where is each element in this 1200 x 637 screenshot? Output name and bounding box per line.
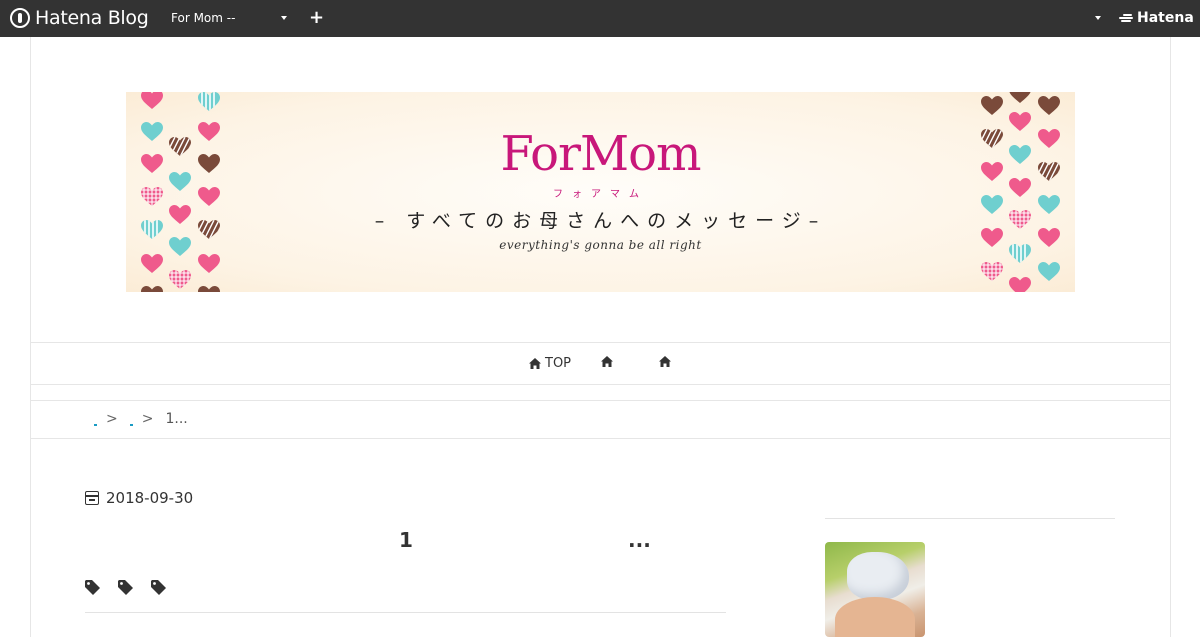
entry-date-text: 2018-09-30 xyxy=(106,489,194,507)
banner-title: ForMom xyxy=(500,126,701,182)
entry-date[interactable]: 2018-09-30 xyxy=(85,489,193,507)
breadcrumb-bar: > > 1... xyxy=(30,400,1171,439)
blog-select-dropdown[interactable]: For Mom -- xyxy=(166,6,292,30)
entry-title[interactable]: 1 ... xyxy=(85,528,725,558)
heart-icon xyxy=(198,254,220,274)
breadcrumb-separator: > xyxy=(141,411,154,427)
entry-title-part2: ... xyxy=(628,528,651,552)
blog-select-value: For Mom -- xyxy=(171,11,236,25)
breadcrumb-link-home[interactable] xyxy=(94,412,98,426)
banner-kana: フォアマム xyxy=(553,189,648,200)
hatena-blog-logo-text: Hatena Blog xyxy=(35,7,149,29)
banner-tagline: everything's gonna be all right xyxy=(499,238,702,252)
breadcrumb-link-category[interactable] xyxy=(129,412,134,426)
heart-icon xyxy=(198,286,220,292)
heart-icon xyxy=(981,262,1003,282)
user-menu-caret-icon[interactable] xyxy=(1095,16,1101,20)
hatena-blog-logo-icon xyxy=(10,8,30,28)
nav-item-top[interactable]: TOP xyxy=(529,356,571,371)
nav-item-3[interactable] xyxy=(659,356,675,367)
thumbnail-diaper xyxy=(847,552,909,600)
home-icon xyxy=(601,356,613,367)
sidebar-thumbnail-baby[interactable] xyxy=(825,542,925,637)
blog-header-banner[interactable]: ForMom フォアマム – すべてのお母さんへのメッセージ– everythi… xyxy=(126,92,1075,292)
hatena-blog-logo[interactable]: Hatena Blog xyxy=(10,7,149,29)
nav-item-label: TOP xyxy=(545,356,572,371)
breadcrumb-current: 1... xyxy=(165,411,188,427)
heart-icon xyxy=(1038,96,1060,116)
heart-icon xyxy=(141,254,163,274)
breadcrumb-separator: > xyxy=(106,411,118,427)
entry-divider xyxy=(85,612,726,613)
sidebar-divider xyxy=(825,518,1115,519)
tag-icon[interactable] xyxy=(118,580,133,595)
heart-icon xyxy=(141,92,163,110)
new-post-button[interactable]: + xyxy=(309,8,324,28)
hatena-brand-text: Hatena xyxy=(1137,10,1194,26)
heart-icon xyxy=(1038,262,1060,282)
global-nav: TOP xyxy=(30,342,1171,385)
hatena-brand-link[interactable]: Hatena xyxy=(1118,10,1194,26)
heart-icon xyxy=(141,286,163,292)
entry-tags xyxy=(85,580,184,595)
heart-icon xyxy=(169,270,191,290)
home-icon xyxy=(529,358,541,369)
heart-icon xyxy=(1009,92,1031,104)
hatena-topbar: Hatena Blog For Mom -- + Hatena xyxy=(0,0,1200,37)
thumbnail-skin xyxy=(835,597,915,637)
breadcrumb: > > 1... xyxy=(94,411,188,427)
tag-icon[interactable] xyxy=(151,580,166,595)
heart-icon xyxy=(1009,277,1031,292)
chevron-down-icon xyxy=(281,16,287,20)
nav-item-2[interactable] xyxy=(601,356,617,367)
home-icon xyxy=(659,356,671,367)
hatena-brand-icon xyxy=(1118,13,1134,23)
heart-icon xyxy=(198,92,220,112)
entry-title-part1: 1 xyxy=(399,528,413,552)
banner-subtitle: – すべてのお母さんへのメッセージ– xyxy=(374,210,827,232)
calendar-icon xyxy=(85,491,99,505)
tag-icon[interactable] xyxy=(85,580,100,595)
heart-icon xyxy=(981,96,1003,116)
